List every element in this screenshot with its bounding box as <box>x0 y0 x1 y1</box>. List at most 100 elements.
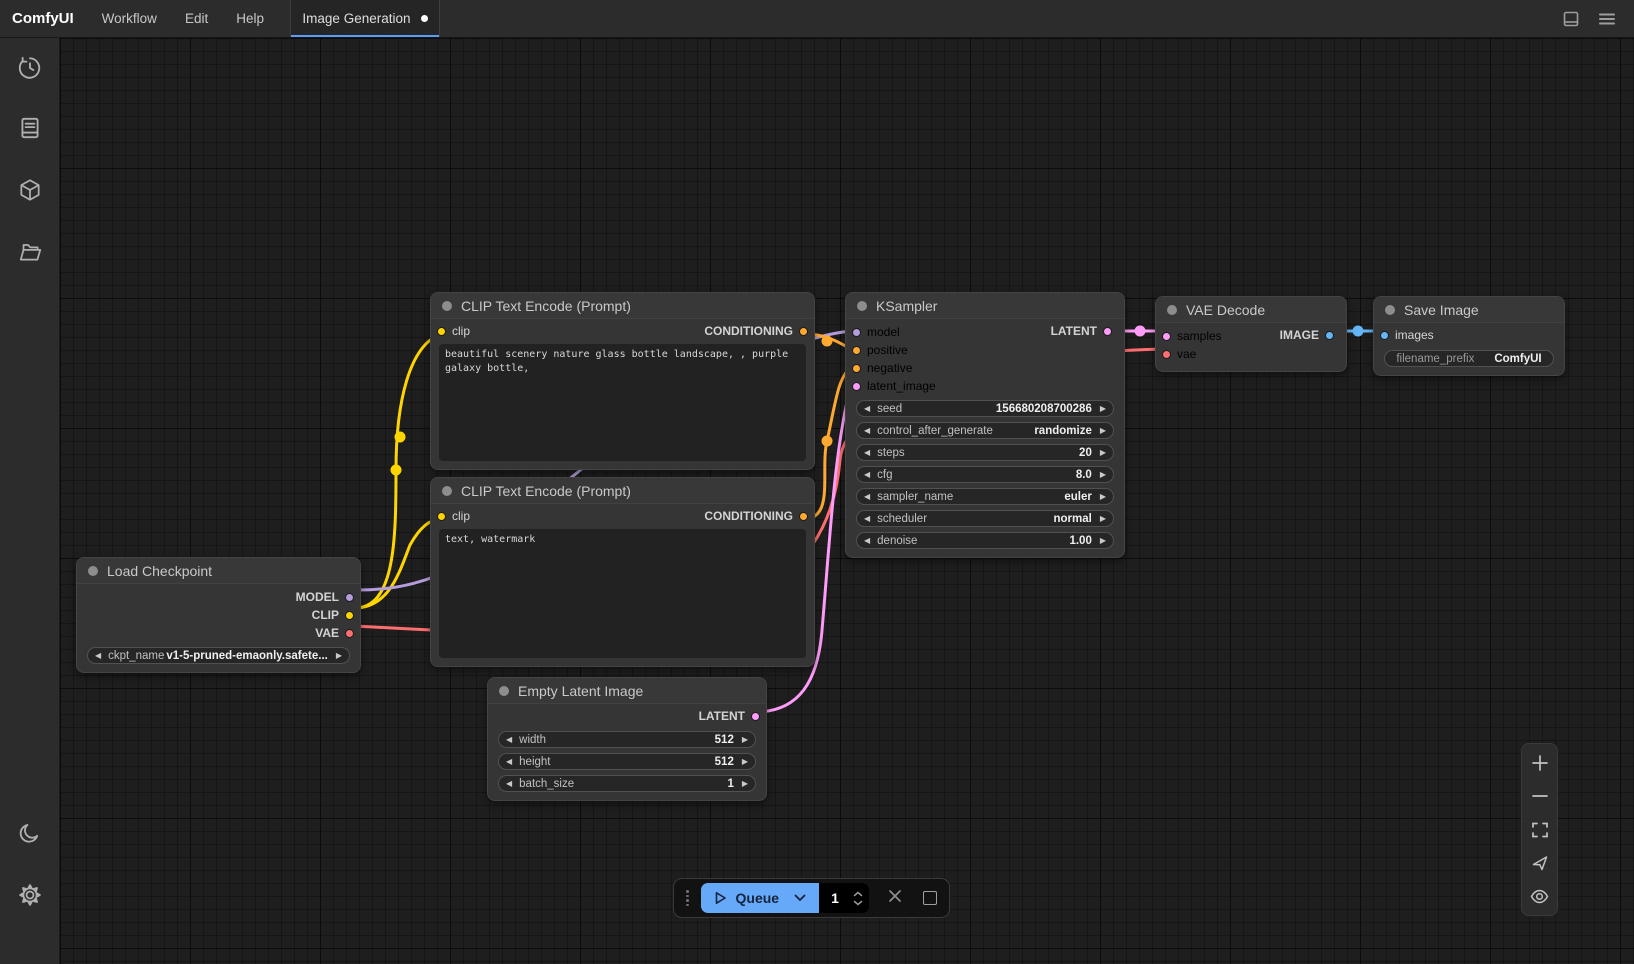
port-vae-input[interactable] <box>1162 350 1171 359</box>
widget-batch-size[interactable]: ◀ batch_size 1 ▶ <box>498 775 756 792</box>
theme-toggle-icon[interactable] <box>16 819 44 847</box>
input-slot-clip: clip <box>437 509 470 523</box>
settings-icon[interactable] <box>16 881 44 909</box>
widget-right-arrow-icon[interactable]: ▶ <box>742 758 748 766</box>
node-save-image[interactable]: Save Image images filename_prefix ComfyU… <box>1373 296 1565 376</box>
widget-left-arrow-icon[interactable]: ◀ <box>864 471 870 479</box>
widget-left-arrow-icon[interactable]: ◀ <box>864 515 870 523</box>
port-conditioning-output[interactable] <box>799 327 808 336</box>
node-ksampler[interactable]: KSampler model positive negative latent_… <box>845 292 1125 558</box>
widget-width[interactable]: ◀ width 512 ▶ <box>498 731 756 748</box>
drag-handle[interactable] <box>686 890 689 906</box>
collapse-dot[interactable] <box>857 301 867 311</box>
workflows-icon[interactable] <box>16 238 44 266</box>
widget-right-arrow-icon[interactable]: ▶ <box>1100 471 1106 479</box>
widget-right-arrow-icon[interactable]: ▶ <box>742 736 748 744</box>
input-slot-positive: positive <box>846 341 936 359</box>
port-conditioning-output[interactable] <box>799 512 808 521</box>
queue-button[interactable]: Queue <box>701 883 820 913</box>
port-latent-output[interactable] <box>1103 327 1112 336</box>
input-slot-latent-image: latent_image <box>846 377 936 395</box>
stop-icon[interactable] <box>923 891 937 905</box>
node-vae-decode[interactable]: VAE Decode samples vae IMAGE <box>1155 296 1347 372</box>
port-model-output[interactable] <box>345 593 354 602</box>
node-library-icon[interactable] <box>16 114 44 142</box>
port-negative-input[interactable] <box>852 364 861 373</box>
collapse-dot[interactable] <box>88 566 98 576</box>
collapse-dot[interactable] <box>1385 305 1395 315</box>
port-images-input[interactable] <box>1380 331 1389 340</box>
widget-height[interactable]: ◀ height 512 ▶ <box>498 753 756 770</box>
widget-left-arrow-icon[interactable]: ◀ <box>864 427 870 435</box>
port-positive-input[interactable] <box>852 346 861 355</box>
collapse-dot[interactable] <box>1167 305 1177 315</box>
workflow-tab[interactable]: Image Generation <box>290 0 440 37</box>
port-clip-input[interactable] <box>437 512 446 521</box>
collapse-dot[interactable] <box>499 686 509 696</box>
port-image-output[interactable] <box>1325 331 1334 340</box>
widget-right-arrow-icon[interactable]: ▶ <box>1100 405 1106 413</box>
history-icon[interactable] <box>16 54 44 82</box>
toggle-link-visibility-icon[interactable] <box>1529 885 1551 907</box>
widget-left-arrow-icon[interactable]: ◀ <box>506 758 512 766</box>
widget-left-arrow-icon[interactable]: ◀ <box>864 405 870 413</box>
positive-prompt-textarea[interactable]: beautiful scenery nature glass bottle la… <box>439 344 806 461</box>
input-slot-images: images <box>1380 328 1434 342</box>
widget-right-arrow-icon[interactable]: ▶ <box>1100 427 1106 435</box>
port-vae-output[interactable] <box>345 629 354 638</box>
widget-right-arrow-icon[interactable]: ▶ <box>742 780 748 788</box>
port-samples-input[interactable] <box>1162 332 1171 341</box>
zoom-out-icon[interactable] <box>1529 785 1551 807</box>
widget-left-arrow-icon[interactable]: ◀ <box>864 537 870 545</box>
widget-left-arrow-icon[interactable]: ◀ <box>506 736 512 744</box>
node-clip-text-encode-positive[interactable]: CLIP Text Encode (Prompt) clip CONDITION… <box>430 292 815 470</box>
menu-help[interactable]: Help <box>222 0 278 37</box>
widget-steps[interactable]: ◀ steps 20 ▶ <box>856 444 1114 461</box>
menu-icon[interactable] <box>1594 6 1620 32</box>
canvas-toolbar <box>1521 743 1558 916</box>
negative-prompt-textarea[interactable]: text, watermark <box>439 529 806 658</box>
chevron-down-icon[interactable] <box>794 894 806 902</box>
collapse-dot[interactable] <box>442 486 452 496</box>
app-logo[interactable]: ComfyUI <box>0 0 88 37</box>
node-empty-latent-image[interactable]: Empty Latent Image LATENT ◀ width 512 ▶ … <box>487 677 767 801</box>
port-clip-output[interactable] <box>345 611 354 620</box>
select-mode-icon[interactable] <box>1529 852 1551 874</box>
widget-left-arrow-icon[interactable]: ◀ <box>864 493 870 501</box>
widget-right-arrow-icon[interactable]: ▶ <box>336 652 342 660</box>
input-slot-clip: clip <box>437 324 470 338</box>
node-clip-text-encode-negative[interactable]: CLIP Text Encode (Prompt) clip CONDITION… <box>430 477 815 667</box>
port-latent-image-input[interactable] <box>852 382 861 391</box>
widget-sampler-name[interactable]: ◀ sampler_name euler ▶ <box>856 488 1114 505</box>
port-latent-output[interactable] <box>751 712 760 721</box>
spinner-up-icon[interactable] <box>853 891 863 897</box>
widget-right-arrow-icon[interactable]: ▶ <box>1100 493 1106 501</box>
menu-edit[interactable]: Edit <box>171 0 222 37</box>
widget-right-arrow-icon[interactable]: ▶ <box>1100 537 1106 545</box>
spinner-down-icon[interactable] <box>853 900 863 906</box>
clear-queue-icon[interactable] <box>887 888 903 909</box>
panel-toggle-icon[interactable] <box>1558 6 1584 32</box>
widget-left-arrow-icon[interactable]: ◀ <box>506 780 512 788</box>
node-load-checkpoint[interactable]: Load Checkpoint MODEL CLIP VAE ◀ ckpt_na… <box>76 557 361 673</box>
widget-control-after-generate[interactable]: ◀ control_after_generate randomize ▶ <box>856 422 1114 439</box>
port-clip-input[interactable] <box>437 327 446 336</box>
port-model-input[interactable] <box>852 328 861 337</box>
model-library-icon[interactable] <box>16 176 44 204</box>
menu-workflow[interactable]: Workflow <box>88 0 171 37</box>
widget-cfg[interactable]: ◀ cfg 8.0 ▶ <box>856 466 1114 483</box>
widget-seed[interactable]: ◀ seed 156680208700286 ▶ <box>856 400 1114 417</box>
unsaved-indicator-icon <box>421 15 428 22</box>
widget-left-arrow-icon[interactable]: ◀ <box>864 449 870 457</box>
widget-scheduler[interactable]: ◀ scheduler normal ▶ <box>856 510 1114 527</box>
widget-denoise[interactable]: ◀ denoise 1.00 ▶ <box>856 532 1114 549</box>
widget-left-arrow-icon[interactable]: ◀ <box>95 652 101 660</box>
widget-filename-prefix[interactable]: filename_prefix ComfyUI <box>1384 350 1554 367</box>
zoom-in-icon[interactable] <box>1529 752 1551 774</box>
collapse-dot[interactable] <box>442 301 452 311</box>
widget-right-arrow-icon[interactable]: ▶ <box>1100 449 1106 457</box>
widget-right-arrow-icon[interactable]: ▶ <box>1100 515 1106 523</box>
widget-ckpt-name[interactable]: ◀ ckpt_name v1-5-pruned-emaonly.safete..… <box>87 647 350 664</box>
batch-count-input[interactable]: 1 <box>819 883 869 913</box>
fit-view-icon[interactable] <box>1529 819 1551 841</box>
